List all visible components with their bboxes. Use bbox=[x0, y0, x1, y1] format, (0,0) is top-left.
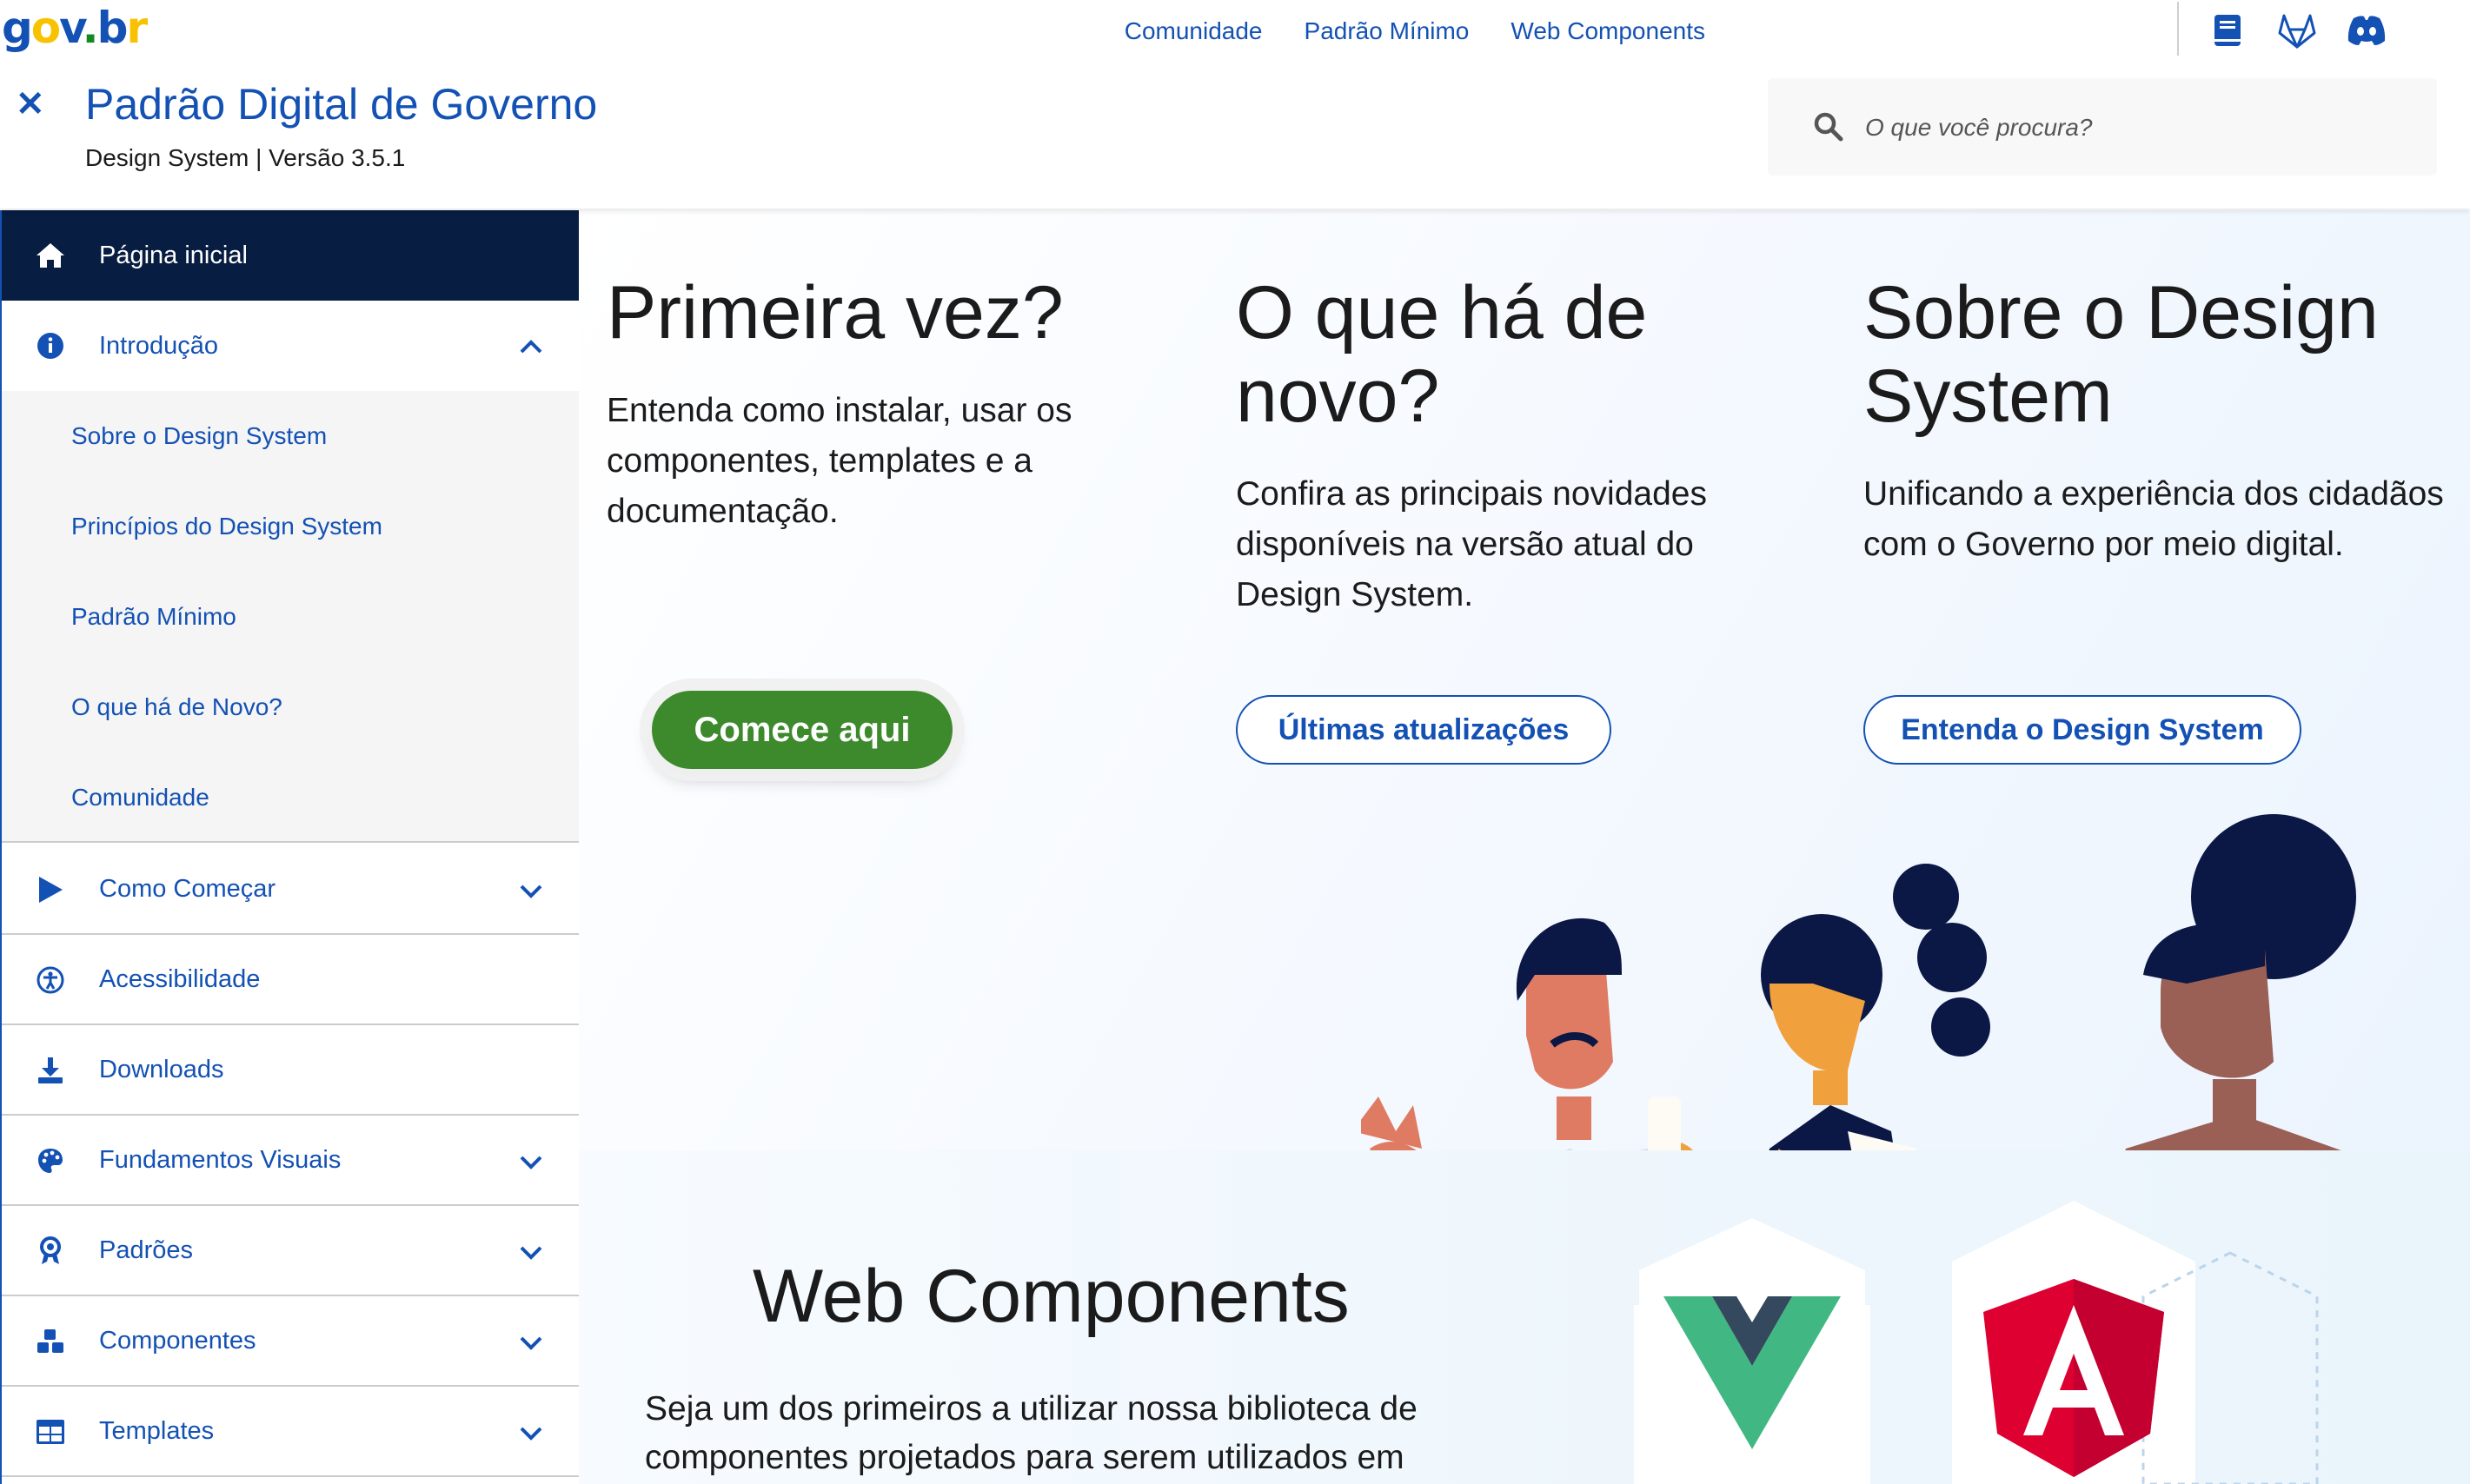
sidebar-item-componentes[interactable]: Componentes bbox=[2, 1296, 581, 1387]
sidebar-item-como-comecar[interactable]: Como Começar bbox=[2, 845, 581, 935]
sidebar-item-label: Página inicial bbox=[99, 241, 248, 269]
accessibility-icon bbox=[35, 964, 66, 996]
web-components-text: Seja um dos primeiros a utilizar nossa b… bbox=[645, 1390, 1418, 1476]
gitlab-icon[interactable] bbox=[2277, 10, 2317, 50]
sidebar-item-label: Introdução bbox=[99, 331, 219, 360]
hero-title: Sobre o Design System bbox=[1863, 271, 2379, 438]
submenu-item-comunidade[interactable]: Comunidade bbox=[71, 752, 209, 843]
top-link-comunidade[interactable]: Comunidade bbox=[1125, 14, 1263, 49]
sidebar-item-label: Acessibilidade bbox=[99, 964, 261, 993]
chevron-down-icon[interactable] bbox=[518, 878, 544, 904]
close-menu-icon[interactable]: ✕ bbox=[16, 87, 45, 122]
table-icon bbox=[35, 1416, 66, 1448]
hero-title: Primeira vez? bbox=[607, 271, 1064, 354]
govbr-logo[interactable]: gov.br bbox=[2, 2, 148, 54]
top-nav: Comunidade Padrão Mínimo Web Components bbox=[1125, 14, 1705, 49]
submenu-item-principios[interactable]: Princípios do Design System bbox=[71, 481, 382, 572]
hero-col-primeira-vez: Primeira vez? Entenda como instalar, usa… bbox=[607, 271, 1163, 769]
chevron-up-icon[interactable] bbox=[518, 334, 544, 360]
main-content: Primeira vez? Entenda como instalar, usa… bbox=[579, 210, 2470, 1484]
hero-text: Unificando a experiência dos cidadãos co… bbox=[1863, 475, 2444, 563]
sidebar-item-label: Componentes bbox=[99, 1326, 256, 1355]
award-icon bbox=[35, 1236, 66, 1267]
top-link-padrao-minimo[interactable]: Padrão Mínimo bbox=[1305, 14, 1470, 49]
framework-logos bbox=[1634, 1201, 2319, 1484]
comece-aqui-button[interactable]: Comece aqui bbox=[652, 691, 953, 769]
hero-text: Confira as principais novidades disponív… bbox=[1236, 475, 1707, 613]
discord-icon[interactable] bbox=[2347, 10, 2387, 50]
home-icon bbox=[35, 240, 66, 271]
search-icon[interactable] bbox=[1813, 111, 1844, 147]
sidebar-item-introducao[interactable]: Introdução bbox=[2, 301, 581, 391]
hero-text: Entenda como instalar, usar os component… bbox=[607, 392, 1072, 530]
info-icon bbox=[35, 330, 66, 361]
submenu-item-o-que-ha-de-novo[interactable]: O que há de Novo? bbox=[71, 662, 282, 752]
sidebar-item-fundamentos-visuais[interactable]: Fundamentos Visuais bbox=[2, 1116, 581, 1206]
ultimas-atualizacoes-button[interactable]: Últimas atualizações bbox=[1236, 695, 1611, 765]
play-icon bbox=[35, 874, 66, 905]
site-subtitle: Design System | Versão 3.5.1 bbox=[85, 144, 406, 171]
submenu-item-padrao-minimo[interactable]: Padrão Mínimo bbox=[71, 572, 236, 662]
download-icon bbox=[35, 1055, 66, 1086]
submenu-item-sobre-design-system[interactable]: Sobre o Design System bbox=[71, 391, 327, 481]
chevron-down-icon[interactable] bbox=[518, 1420, 544, 1446]
top-nav-divider bbox=[2177, 2, 2179, 56]
cubes-icon bbox=[35, 1326, 66, 1357]
sidebar-item-label: Downloads bbox=[99, 1055, 224, 1083]
book-icon[interactable] bbox=[2208, 10, 2248, 50]
hero-col-sobre: Sobre o Design System Unificando a exper… bbox=[1863, 271, 2454, 765]
sidebar-item-acessibilidade[interactable]: Acessibilidade bbox=[2, 935, 581, 1025]
sidebar-item-templates[interactable]: Templates bbox=[2, 1387, 581, 1477]
sidebar-item-pagina-inicial[interactable]: Página inicial bbox=[2, 210, 581, 301]
sidebar-item-label: Como Começar bbox=[99, 874, 276, 903]
site-title[interactable]: Padrão Digital de Governo bbox=[85, 76, 597, 132]
sidebar-item-padroes[interactable]: Padrões bbox=[2, 1206, 581, 1296]
hero-col-novidades: O que há de novo? Confira as principais … bbox=[1236, 271, 1792, 765]
chevron-down-icon[interactable] bbox=[518, 1329, 544, 1355]
sidebar-menu: Página inicial Introdução Sobre o Design… bbox=[0, 210, 581, 1484]
palette-icon bbox=[35, 1145, 66, 1176]
chevron-down-icon[interactable] bbox=[518, 1239, 544, 1265]
chevron-down-icon[interactable] bbox=[518, 1149, 544, 1175]
top-link-web-components[interactable]: Web Components bbox=[1511, 14, 1705, 49]
search-input[interactable] bbox=[1863, 103, 2406, 153]
introducao-submenu: Sobre o Design System Princípios do Desi… bbox=[2, 391, 581, 843]
search-box bbox=[1768, 78, 2437, 176]
sidebar-item-label: Templates bbox=[99, 1416, 215, 1445]
sidebar-item-label: Padrões bbox=[99, 1236, 194, 1264]
sidebar-item-label: Fundamentos Visuais bbox=[99, 1145, 342, 1174]
hero-title: O que há de novo? bbox=[1236, 271, 1648, 438]
web-components-title: Web Components bbox=[753, 1255, 1350, 1338]
sidebar-item-downloads[interactable]: Downloads bbox=[2, 1025, 581, 1116]
entenda-design-system-button[interactable]: Entenda o Design System bbox=[1863, 695, 2301, 765]
header: gov.br Comunidade Padrão Mínimo Web Comp… bbox=[0, 0, 2470, 209]
